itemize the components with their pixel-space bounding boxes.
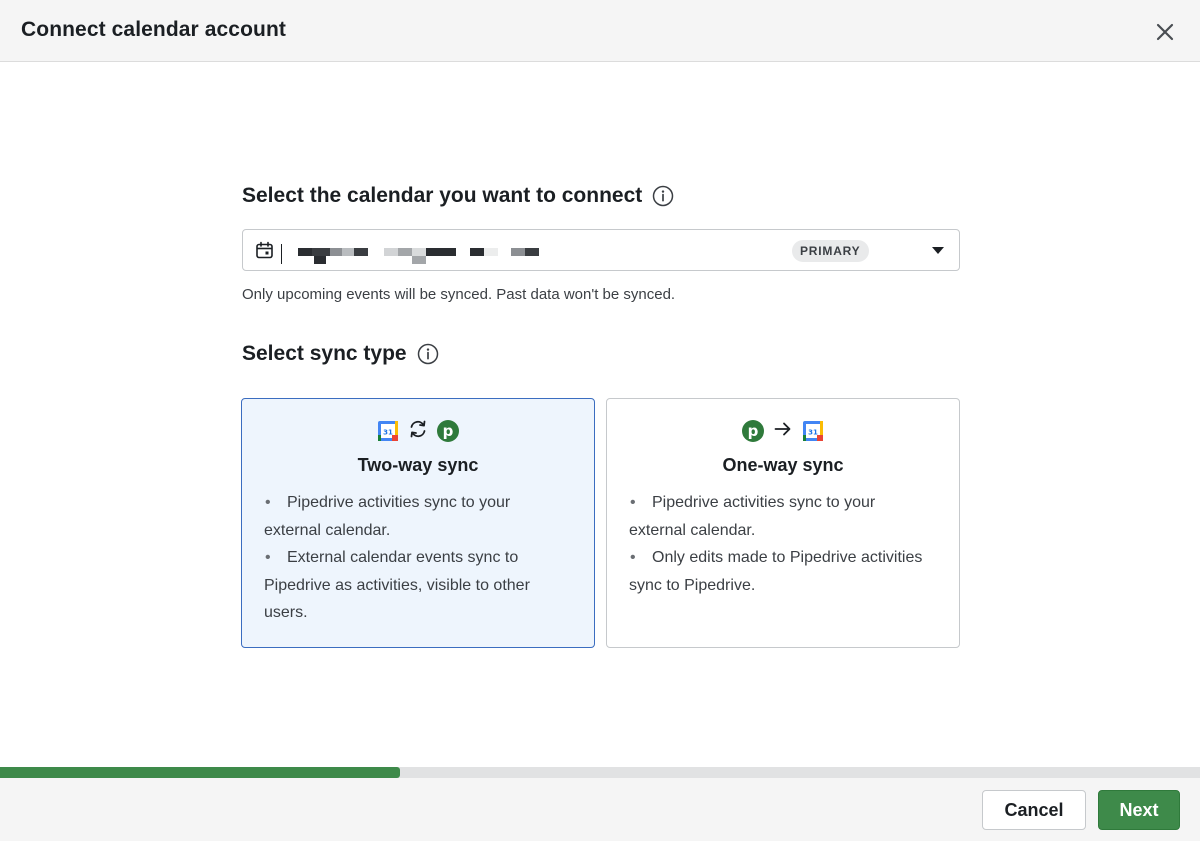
sync-arrows-icon (407, 418, 429, 445)
calendar-section-title: Select the calendar you want to connect (242, 184, 674, 208)
two-way-sync-option[interactable]: 31 p Two-way sync Pipedrive activities s… (241, 398, 595, 648)
pipedrive-icon: p (437, 420, 459, 442)
two-way-sync-bullets: Pipedrive activities sync to your extern… (264, 489, 560, 627)
calendar-helper-text: Only upcoming events will be synced. Pas… (242, 286, 676, 303)
calendar-section-title-text: Select the calendar you want to connect (242, 184, 643, 207)
info-icon[interactable] (652, 185, 674, 207)
dialog-header: Connect calendar account (0, 0, 1200, 62)
dialog-footer: Cancel Next (0, 778, 1200, 841)
dialog-title: Connect calendar account (21, 18, 286, 41)
one-way-sync-bullets: Pipedrive activities sync to your extern… (629, 489, 925, 599)
close-button[interactable] (1151, 18, 1179, 46)
list-item: Pipedrive activities sync to your extern… (264, 489, 560, 544)
two-way-sync-icons: 31 p (242, 419, 594, 443)
one-way-sync-title: One-way sync (722, 455, 844, 475)
one-way-sync-option[interactable]: p 31 One-way sync Pipedrive activities s… (606, 398, 960, 648)
google-calendar-icon: 31 (377, 420, 399, 442)
svg-text:31: 31 (808, 429, 818, 437)
cancel-button[interactable]: Cancel (982, 790, 1086, 830)
list-item: Pipedrive activities sync to your extern… (629, 489, 925, 544)
sync-section-title: Select sync type (242, 342, 439, 366)
wizard-progress-bar (0, 767, 1200, 778)
sync-section-title-text: Select sync type (242, 342, 407, 365)
one-way-sync-icons: p 31 (607, 419, 959, 443)
info-icon[interactable] (417, 343, 439, 365)
arrow-right-icon (772, 418, 794, 445)
primary-badge: PRIMARY (792, 240, 869, 262)
caret-down-icon (932, 247, 944, 254)
google-calendar-icon: 31 (802, 420, 824, 442)
calendar-icon (255, 241, 274, 265)
list-item: Only edits made to Pipedrive activities … (629, 544, 925, 599)
list-item: External calendar events sync to Pipedri… (264, 544, 560, 627)
close-icon (1156, 23, 1174, 41)
pipedrive-icon: p (742, 420, 764, 442)
svg-text:31: 31 (383, 429, 393, 437)
next-button[interactable]: Next (1098, 790, 1180, 830)
calendar-select[interactable]: PRIMARY (242, 229, 960, 271)
two-way-sync-title: Two-way sync (357, 455, 479, 475)
wizard-progress-fill (0, 767, 400, 778)
